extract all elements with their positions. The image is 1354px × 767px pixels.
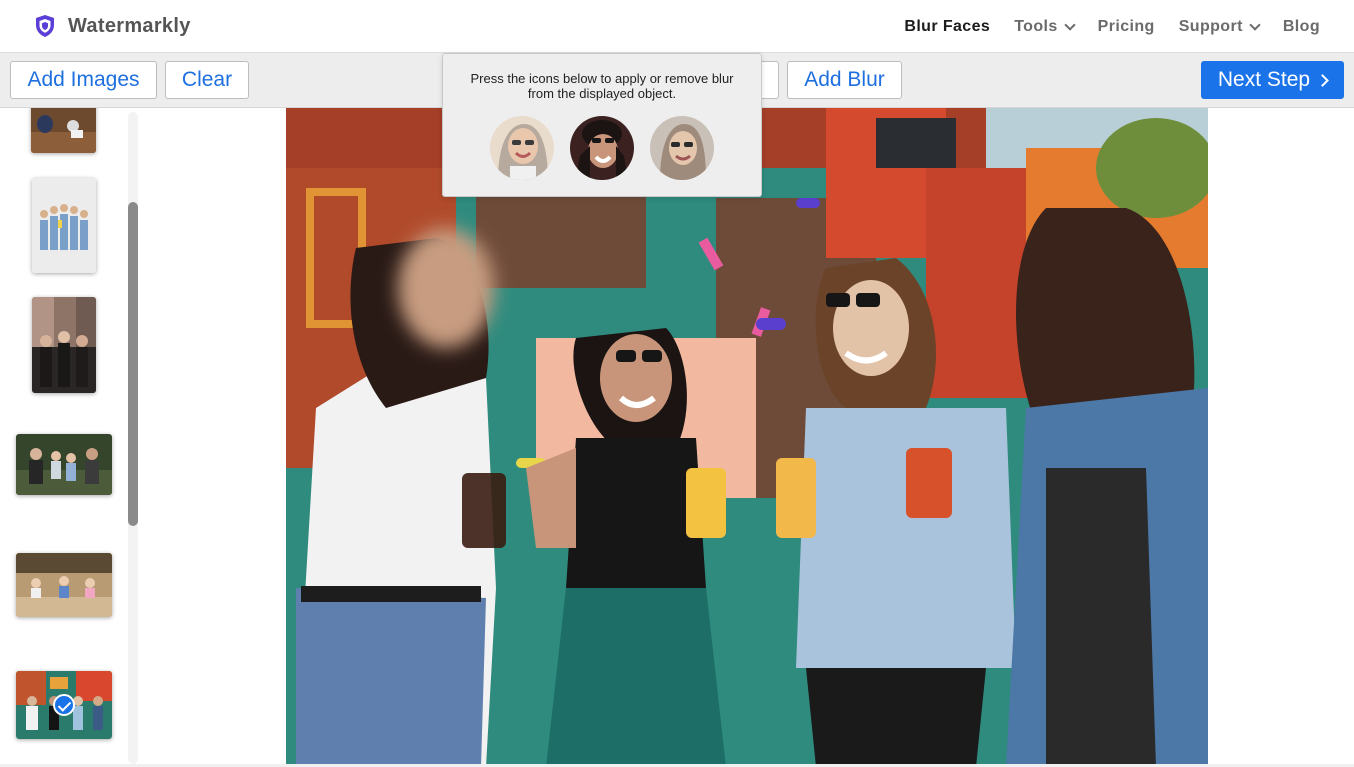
nav-blur-faces-label: Blur Faces [904, 18, 991, 35]
face-thumbnail-3[interactable] [650, 116, 714, 180]
thumbnail-sidebar [0, 108, 140, 767]
nav-pricing-label: Pricing [1097, 18, 1155, 35]
chevron-down-icon [1064, 18, 1076, 31]
next-step-button[interactable]: Next Step [1201, 61, 1344, 99]
thumbnail-image-1 [31, 108, 96, 153]
scrollbar-thumb[interactable] [128, 202, 138, 526]
main-photo-image [286, 108, 1208, 767]
nav-blog-label: Blog [1282, 18, 1320, 35]
thumbnail-image-4 [16, 434, 112, 495]
face-thumbnail-1[interactable] [490, 116, 554, 180]
thumbnail-image-2 [32, 178, 96, 273]
brand-name: Watermarkly [68, 14, 191, 37]
thumbnail-3[interactable] [32, 297, 96, 393]
nav-support-label: Support [1178, 18, 1243, 35]
face-thumbnail-2[interactable] [570, 116, 634, 180]
chevron-down-icon [1249, 18, 1261, 31]
nav-tools-label: Tools [1014, 18, 1058, 35]
thumbnail-4[interactable] [16, 434, 112, 495]
brand-logo[interactable]: Watermarkly [34, 14, 191, 38]
thumbnail-2[interactable] [32, 178, 96, 273]
main-photo[interactable] [286, 108, 1208, 767]
next-step-label: Next Step [1217, 68, 1311, 91]
thumbnail-image-3 [32, 297, 96, 393]
face-image-3 [650, 116, 714, 180]
nav-pricing[interactable]: Pricing [1098, 18, 1155, 36]
add-blur-button[interactable]: Add Blur [787, 61, 902, 99]
nav-tools[interactable]: Tools [1014, 18, 1076, 36]
thumbnail-image-5 [16, 553, 112, 617]
thumbnail-1[interactable] [31, 108, 96, 153]
face-image-2 [570, 116, 634, 180]
chevron-right-icon [1316, 73, 1329, 87]
thumbnail-6[interactable] [16, 671, 112, 739]
thumbnail-5[interactable] [16, 553, 112, 617]
selected-check-icon [53, 694, 75, 716]
popover-instructions: Press the icons below to apply or remove… [470, 71, 734, 101]
nav-support[interactable]: Support [1178, 18, 1261, 36]
nav-links: Blur Faces Tools Pricing Support Blog [904, 18, 1320, 36]
face-image-1 [490, 116, 554, 180]
nav-blur-faces[interactable]: Blur Faces [904, 18, 990, 36]
nav-blog[interactable]: Blog [1283, 18, 1320, 36]
add-images-button[interactable]: Add Images [10, 61, 157, 99]
blur-faces-popover: Press the icons below to apply or remove… [442, 53, 762, 197]
shield-icon [36, 15, 54, 37]
clear-button[interactable]: Clear [165, 61, 249, 99]
top-navigation: Watermarkly Blur Faces Tools Pricing Sup… [0, 0, 1354, 53]
